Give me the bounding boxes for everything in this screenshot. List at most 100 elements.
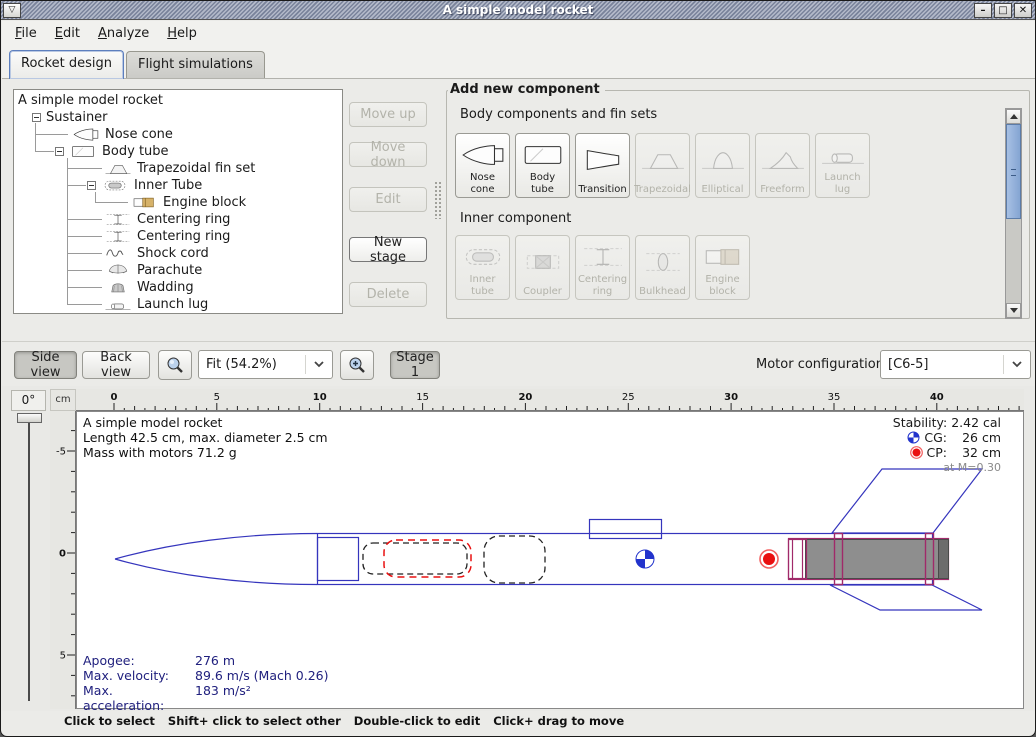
zoom-in-button[interactable] xyxy=(340,350,374,380)
tree-item-label: Nose cone xyxy=(105,127,173,142)
motor-shape[interactable] xyxy=(806,540,949,579)
back-view-button[interactable]: Back view xyxy=(82,351,150,379)
svg-text:5: 5 xyxy=(214,392,220,403)
mach-note: at M=0.30 xyxy=(893,460,1001,475)
tree-item-shock-cord[interactable]: Shock cord xyxy=(14,245,342,262)
tree-item-sustainer[interactable]: Sustainer xyxy=(14,109,342,126)
body-tube-icon xyxy=(69,144,97,159)
expander-icon[interactable] xyxy=(32,113,41,122)
add-transition-button[interactable]: Transition xyxy=(575,133,630,198)
zoom-level-select[interactable]: Fit (54.2%) xyxy=(198,350,333,379)
expander-icon[interactable] xyxy=(55,147,64,156)
stage-1-toggle[interactable]: Stage 1 xyxy=(390,351,440,379)
minimize-button[interactable]: – xyxy=(974,3,992,18)
fin-trapezoid-icon xyxy=(640,147,686,173)
svg-text:0: 0 xyxy=(59,549,66,560)
wadding-shape[interactable] xyxy=(484,536,545,583)
tree-item-launch-lug[interactable]: Launch lug xyxy=(14,296,342,313)
component-button-label: Launch lug xyxy=(817,172,868,195)
zoom-out-button[interactable] xyxy=(158,350,192,380)
component-scrollbar[interactable] xyxy=(1005,108,1022,319)
fin-bottom-shape[interactable] xyxy=(830,585,982,610)
rocket-canvas[interactable]: A simple model rocket Length 42.5 cm, ma… xyxy=(76,411,1024,709)
fin-top-shape[interactable] xyxy=(832,469,982,533)
delete-button[interactable]: Delete xyxy=(349,282,427,307)
move-up-button[interactable]: Move up xyxy=(349,102,427,127)
nose-cone-shape[interactable] xyxy=(115,534,317,585)
engine-block-shape[interactable] xyxy=(789,540,807,579)
component-tree[interactable]: A simple model rocketSustainerNose coneB… xyxy=(13,89,343,314)
move-down-button[interactable]: Move down xyxy=(349,142,427,167)
nose-shoulder-shape[interactable] xyxy=(318,538,359,581)
flight-stat-value: 276 m xyxy=(195,653,235,668)
tab-rocket-design[interactable]: Rocket design xyxy=(9,50,124,79)
splitter-grip[interactable] xyxy=(434,181,443,219)
status-hint: Double-click to edit xyxy=(354,714,480,728)
motor-configuration-select[interactable]: [C6-5] xyxy=(880,350,1031,379)
fin-trapezoid-icon xyxy=(104,161,132,176)
tree-item-engine-block[interactable]: Engine block xyxy=(14,194,342,211)
rotation-slider[interactable] xyxy=(28,418,30,701)
edit-button[interactable]: Edit xyxy=(349,187,427,212)
side-view-button[interactable]: Side view xyxy=(14,351,77,379)
window-menu-icon[interactable]: ▽ xyxy=(3,3,21,18)
add-component-panel: Add new component Body components and fi… xyxy=(446,90,1030,319)
add-freeform-button[interactable]: Freeform xyxy=(755,133,810,198)
window-title: A simple model rocket xyxy=(1,3,1035,17)
tree-item-nose-cone[interactable]: Nose cone xyxy=(14,126,342,143)
stability-block: Stability: 2.42 cal CG: 26 cm CP: xyxy=(893,415,1001,475)
add-nose-cone-button[interactable]: Nose cone xyxy=(455,133,510,198)
add-inner-tube-button[interactable]: Inner tube xyxy=(455,235,510,300)
flight-stat-label: Apogee: xyxy=(83,653,195,668)
tree-item-label: Trapezoidal fin set xyxy=(137,161,255,176)
tree-item-parachute[interactable]: Parachute xyxy=(14,262,342,279)
fin-elliptical-icon xyxy=(700,147,746,173)
maximize-button[interactable]: □ xyxy=(994,3,1012,18)
component-button-label: Coupler xyxy=(523,286,562,298)
tree-item-body-tube[interactable]: Body tube xyxy=(14,143,342,160)
expander-icon[interactable] xyxy=(87,181,96,190)
new-stage-button[interactable]: New stage xyxy=(349,237,427,262)
tree-item-a-simple-model-rocket[interactable]: A simple model rocket xyxy=(14,92,342,109)
parachute-shape[interactable] xyxy=(384,540,471,577)
scroll-up-icon[interactable] xyxy=(1006,109,1021,124)
tree-item-wadding[interactable]: Wadding xyxy=(14,279,342,296)
tree-item-label: Parachute xyxy=(137,263,202,278)
tree-item-label: Launch lug xyxy=(137,297,208,312)
tree-item-label: A simple model rocket xyxy=(18,93,163,108)
status-bar: Click to selectShift+ click to select ot… xyxy=(2,710,1036,732)
tree-item-label: Engine block xyxy=(163,195,246,210)
launch-lug-shape[interactable] xyxy=(590,520,662,539)
menu-help[interactable]: Help xyxy=(158,24,206,43)
add-elliptical-button[interactable]: Elliptical xyxy=(695,133,750,198)
chevron-down-icon xyxy=(1003,355,1023,374)
title-bar[interactable]: ▽ A simple model rocket – □ ✕ xyxy=(1,1,1035,20)
status-hint: Click to select xyxy=(64,714,155,728)
add-launch-lug-button[interactable]: Launch lug xyxy=(815,133,870,198)
coupler-icon xyxy=(520,249,566,275)
rocket-name: A simple model rocket xyxy=(83,415,328,430)
add-body-tube-button[interactable]: Body tube xyxy=(515,133,570,198)
parachute-icon xyxy=(104,263,132,278)
tree-item-centering-ring[interactable]: Centering ring xyxy=(14,211,342,228)
tree-item-centering-ring[interactable]: Centering ring xyxy=(14,228,342,245)
tab-flight-simulations[interactable]: Flight simulations xyxy=(126,51,265,78)
close-button[interactable]: ✕ xyxy=(1014,3,1032,18)
tree-item-inner-tube[interactable]: Inner Tube xyxy=(14,177,342,194)
svg-text:35: 35 xyxy=(828,392,841,403)
bulkhead-icon xyxy=(640,249,686,275)
rotation-slider-thumb[interactable] xyxy=(17,413,42,423)
scroll-down-icon[interactable] xyxy=(1006,303,1021,318)
add-trapezoidal-button[interactable]: Trapezoidal xyxy=(635,133,690,198)
wadding-icon xyxy=(104,280,132,295)
menu-analyze[interactable]: Analyze xyxy=(89,24,158,43)
scrollbar-thumb[interactable] xyxy=(1006,124,1021,219)
add-coupler-button[interactable]: Coupler xyxy=(515,235,570,300)
add-engine-block-button[interactable]: Engine block xyxy=(695,235,750,300)
add-bulkhead-button[interactable]: Bulkhead xyxy=(635,235,690,300)
menu-edit[interactable]: Edit xyxy=(46,24,89,43)
add-centering-ring-button[interactable]: Centering ring xyxy=(575,235,630,300)
menu-file[interactable]: File xyxy=(6,24,46,43)
shock-cord-shape[interactable] xyxy=(363,543,467,574)
tree-item-trapezoidal-fin-set[interactable]: Trapezoidal fin set xyxy=(14,160,342,177)
